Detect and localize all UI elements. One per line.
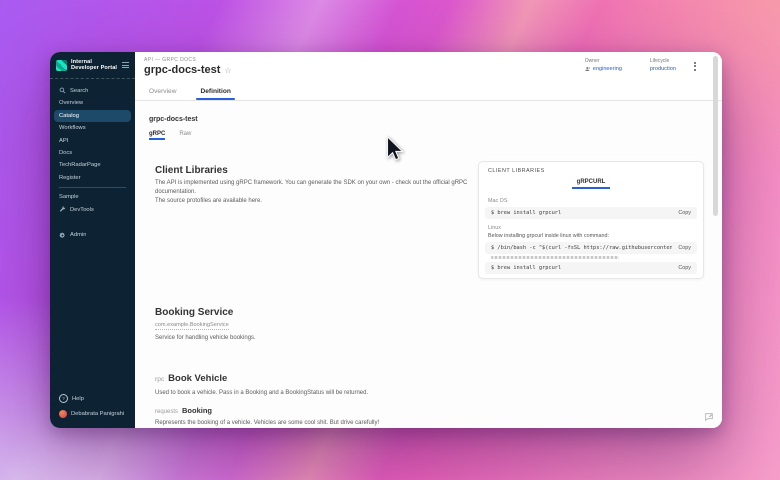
- panel-title: CLIENT LIBRARIES: [488, 168, 545, 174]
- description-line2: The source protofiles are available here…: [155, 198, 262, 204]
- mouse-cursor: [386, 136, 404, 162]
- sidebar-footer: ? Help Debabrata Panigrahi: [50, 391, 135, 428]
- copy-button[interactable]: Copy: [678, 265, 691, 271]
- sidebar-item-workflows[interactable]: Workflows: [54, 122, 131, 134]
- sidebar-item-search[interactable]: Search: [54, 84, 131, 97]
- breadcrumb[interactable]: API — GRPC DOCS: [144, 57, 196, 63]
- horizontal-scrollbar[interactable]: [491, 256, 619, 259]
- lifecycle-label: Lifecycle: [650, 58, 676, 64]
- gear-icon: [59, 232, 66, 239]
- sidebar-item-devtools[interactable]: DevTools: [54, 203, 131, 216]
- sidebar-item-label: Help: [72, 396, 84, 402]
- copy-button[interactable]: Copy: [678, 210, 691, 216]
- entity-name: grpc-docs-test: [144, 64, 220, 76]
- client-libraries-panel: CLIENT LIBRARIES gRPCURL Mac OS $ brew i…: [478, 161, 704, 279]
- linux-label: Linux: [488, 225, 501, 231]
- hamburger-icon[interactable]: [122, 61, 129, 70]
- sidebar-item-label: Register: [59, 175, 81, 181]
- linux-command2-row: $ brew install grpcurl Copy: [485, 262, 697, 274]
- copy-button[interactable]: Copy: [678, 245, 691, 251]
- sidebar-item-api[interactable]: API: [54, 134, 131, 146]
- request-description: Represents the booking of a vehicle. Veh…: [155, 419, 379, 428]
- sidebar-divider: [59, 187, 126, 188]
- entity-tabs: Overview Definition: [135, 85, 722, 101]
- owner-label: Owner: [585, 58, 622, 64]
- sidebar-item-docs[interactable]: Docs: [54, 147, 131, 159]
- sidebar-item-admin[interactable]: Admin: [54, 229, 131, 242]
- sidebar-item-help[interactable]: ? Help: [54, 391, 131, 406]
- request-heading: requests Booking: [155, 406, 212, 415]
- sidebar-item-catalog[interactable]: Catalog: [54, 110, 131, 122]
- sidebar-item-label: Sample: [59, 194, 79, 200]
- desktop-background: Internal Developer Portal Search Overvie…: [0, 0, 780, 480]
- avatar: [59, 410, 67, 418]
- sidebar-item-label: API: [59, 138, 68, 144]
- app-logo-icon: [56, 60, 67, 71]
- sidebar-item-label: Admin: [70, 232, 86, 238]
- macos-command-row: $ brew install grpcurl Copy: [485, 207, 697, 219]
- service-heading: Booking Service: [155, 307, 233, 318]
- search-icon: [59, 87, 66, 94]
- sidebar-item-label: Docs: [59, 150, 72, 156]
- service-package: com.example.BookingService: [155, 322, 229, 330]
- definition-content: grpc-docs-test gRPC Raw Client Libraries…: [135, 101, 722, 428]
- sidebar-item-sample[interactable]: Sample: [54, 191, 131, 203]
- linux-command2: $ brew install grpcurl: [491, 265, 672, 271]
- sidebar-item-register[interactable]: Register: [54, 171, 131, 183]
- description-line1: The API is implemented using gRPC framew…: [155, 180, 467, 195]
- sidebar: Internal Developer Portal Search Overvie…: [50, 52, 135, 428]
- definition-subtabs: gRPC Raw: [149, 131, 191, 140]
- request-name: Booking: [182, 406, 212, 415]
- macos-command: $ brew install grpcurl: [491, 210, 672, 216]
- sidebar-nav: Search Overview Catalog Workflows API Do…: [50, 79, 135, 242]
- sidebar-item-label: Search: [70, 88, 88, 94]
- owner-link[interactable]: engineering: [585, 66, 622, 72]
- request-kind: requests: [155, 409, 178, 415]
- lifecycle-link[interactable]: production: [650, 66, 676, 72]
- lifecycle-meta: Lifecycle production: [650, 58, 676, 72]
- rpc-heading: rpc Book Vehicle: [155, 373, 227, 384]
- app-window: Internal Developer Portal Search Overvie…: [50, 52, 722, 428]
- tab-grpcurl[interactable]: gRPCURL: [479, 179, 703, 185]
- sidebar-item-label: TechRadarPage: [59, 162, 101, 168]
- subtab-raw[interactable]: Raw: [179, 131, 191, 140]
- wrench-icon: [59, 206, 66, 213]
- owner-value: engineering: [593, 66, 622, 72]
- owner-meta: Owner engineering: [585, 58, 622, 72]
- feedback-icon[interactable]: [704, 412, 714, 422]
- sidebar-logo-row[interactable]: Internal Developer Portal: [50, 52, 135, 79]
- client-libraries-description: The API is implemented using gRPC framew…: [155, 179, 473, 206]
- client-libraries-heading: Client Libraries: [155, 165, 228, 176]
- page-title: grpc-docs-test ☆: [144, 64, 232, 76]
- rpc-description: Used to book a vehicle. Pass in a Bookin…: [155, 389, 368, 398]
- group-icon: [585, 66, 591, 72]
- lifecycle-value: production: [650, 66, 676, 72]
- favorite-star-icon[interactable]: ☆: [224, 66, 231, 75]
- service-description: Service for handling vehicle bookings.: [155, 334, 256, 343]
- sidebar-item-label: Catalog: [59, 113, 79, 119]
- main-content: API — GRPC DOCS grpc-docs-test ☆ Owner e…: [135, 52, 722, 428]
- macos-label: Mac OS: [488, 198, 507, 204]
- subtab-grpc[interactable]: gRPC: [149, 131, 165, 140]
- app-title: Internal Developer Portal: [71, 59, 118, 72]
- tab-definition[interactable]: Definition: [200, 88, 230, 100]
- more-options-icon[interactable]: [693, 61, 696, 72]
- sidebar-item-label: DevTools: [70, 207, 94, 213]
- rpc-name: Book Vehicle: [168, 373, 227, 384]
- user-name: Debabrata Panigrahi: [71, 411, 124, 417]
- definition-card-title: grpc-docs-test: [149, 116, 198, 123]
- linux-command-row: $ /bin/bash -c "$(curl -fsSL https://raw…: [485, 242, 697, 254]
- sidebar-item-label: Overview: [59, 100, 83, 106]
- linux-note: Below installing grpcurl inside linux wi…: [488, 233, 609, 239]
- tab-overview[interactable]: Overview: [149, 88, 176, 100]
- sidebar-item-techradarpage[interactable]: TechRadarPage: [54, 159, 131, 171]
- linux-command: $ /bin/bash -c "$(curl -fsSL https://raw…: [491, 245, 672, 251]
- rpc-kind: rpc: [155, 376, 164, 383]
- vertical-scrollbar[interactable]: [713, 56, 718, 216]
- sidebar-item-label: Workflows: [59, 125, 86, 131]
- sidebar-item-overview[interactable]: Overview: [54, 97, 131, 109]
- sidebar-user[interactable]: Debabrata Panigrahi: [54, 407, 131, 421]
- help-icon: ?: [59, 394, 68, 403]
